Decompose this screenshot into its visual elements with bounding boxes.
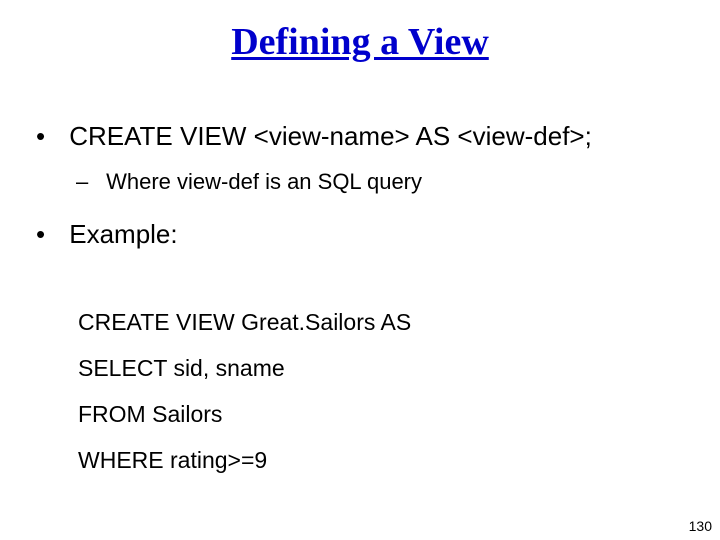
bullet-viewdef-note: Where view-def is an SQL query (30, 167, 690, 197)
slide-content: CREATE VIEW <view-name> AS <view-def>; W… (30, 120, 690, 483)
bullet-text: CREATE VIEW <view-name> AS <view-def>; (69, 121, 592, 151)
slide-title: Defining a View (0, 20, 720, 64)
bullet-text: Where view-def is an SQL query (106, 169, 422, 194)
sql-line-from: FROM Sailors (78, 391, 690, 437)
slide: Defining a View CREATE VIEW <view-name> … (0, 0, 720, 540)
example-sql-block: CREATE VIEW Great.Sailors AS SELECT sid,… (78, 299, 690, 483)
bullet-create-view-syntax: CREATE VIEW <view-name> AS <view-def>; (30, 120, 690, 153)
bullet-example-label: Example: (30, 218, 690, 251)
sql-line-create: CREATE VIEW Great.Sailors AS (78, 299, 690, 345)
bullet-text: Example: (69, 219, 177, 249)
sql-line-where: WHERE rating>=9 (78, 437, 690, 483)
sql-line-select: SELECT sid, sname (78, 345, 690, 391)
page-number: 130 (689, 518, 712, 534)
